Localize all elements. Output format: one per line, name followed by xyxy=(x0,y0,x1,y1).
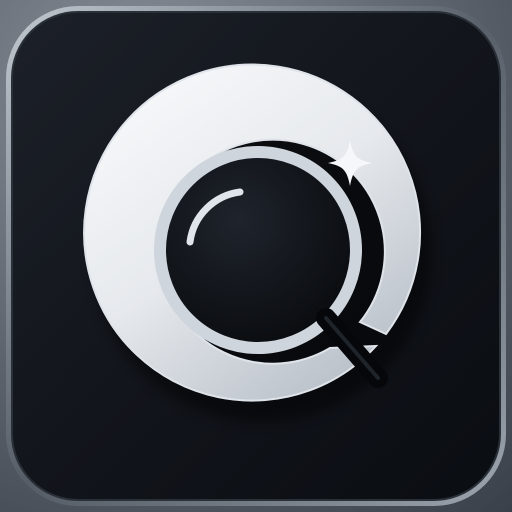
app-icon[interactable] xyxy=(0,0,512,512)
icon-canvas xyxy=(0,0,512,512)
